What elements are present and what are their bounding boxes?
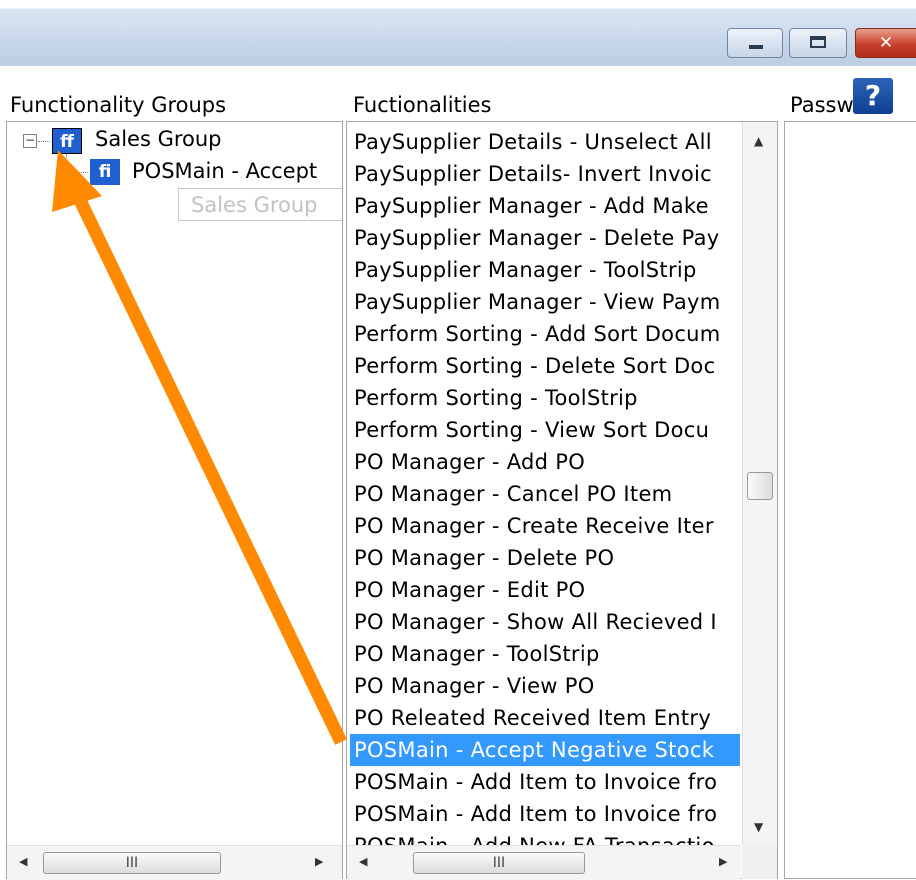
annotation-arrow xyxy=(52,150,347,745)
annotation-arrow-head xyxy=(52,150,102,212)
annotation-arrow-shaft xyxy=(72,193,347,745)
